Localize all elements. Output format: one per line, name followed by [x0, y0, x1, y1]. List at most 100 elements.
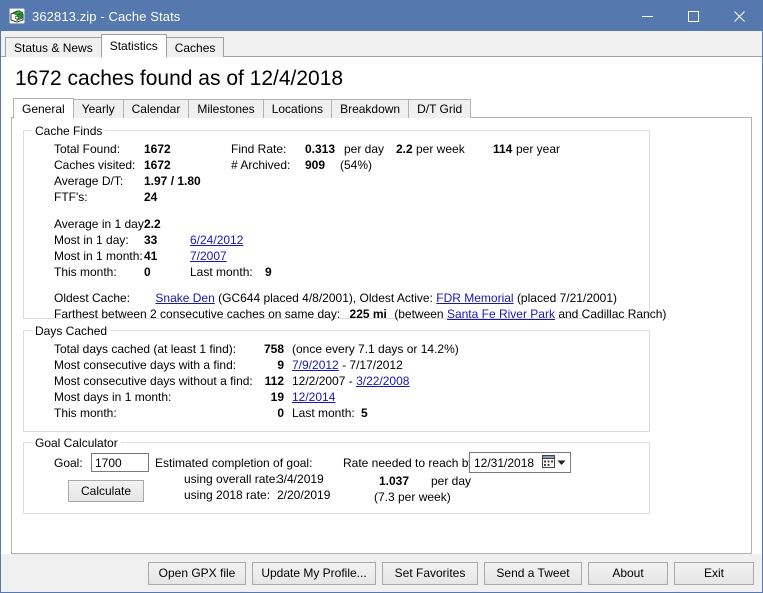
close-button[interactable] [716, 1, 762, 31]
caches-visited-label: Caches visited: [54, 158, 136, 172]
cache-finds-group: Cache Finds Total Found: 1672 Caches vis… [23, 124, 666, 321]
consecutive-without-find-label: Most consecutive days without a find: [54, 374, 253, 388]
sub-tab-strip: General Yearly Calendar Milestones Locat… [11, 97, 752, 119]
cache-stats-window: 362813.zip - Cache Stats Status & News S… [0, 0, 763, 593]
open-gpx-file-button[interactable]: Open GPX file [148, 561, 246, 585]
consecutive-without-find-link[interactable]: 3/22/2008 [356, 374, 409, 388]
most-in-1-month-link[interactable]: 7/2007 [190, 249, 227, 263]
average-in-1-day-label: Average in 1 day: [54, 217, 148, 231]
farthest-link[interactable]: Santa Fe River Park [447, 307, 555, 321]
find-rate-unit: per day [344, 142, 385, 156]
window-controls [624, 1, 762, 31]
total-found-label: Total Found: [54, 142, 121, 156]
using-overall-rate-value: 3/4/2019 [277, 472, 324, 486]
per-year-value: 114 [493, 142, 513, 156]
average-dt-label: Average D/T: [54, 174, 124, 188]
oldest-cache-link[interactable]: Snake Den [155, 291, 214, 305]
days-cached-legend: Days Cached [32, 324, 111, 338]
consecutive-with-find-link[interactable]: 7/9/2012 [292, 358, 339, 372]
exit-button[interactable]: Exit [674, 561, 754, 585]
consecutive-with-find-label: Most consecutive days with a find: [54, 358, 237, 372]
minimize-button[interactable] [624, 1, 670, 31]
days-cached-group: Days Cached Total days cached (at least … [23, 324, 650, 432]
tab-statistics[interactable]: Statistics [100, 34, 167, 58]
subtab-dt-grid[interactable]: D/T Grid [408, 99, 472, 118]
archive-box-icon [8, 7, 26, 25]
total-days-cached-label: Total days cached (at least 1 find): [54, 342, 237, 356]
consecutive-with-find-suffix: - 7/17/2012 [342, 358, 403, 372]
archived-value: 909 [305, 158, 326, 172]
days-last-month-label: Last month: [292, 406, 355, 420]
about-button[interactable]: About [588, 561, 668, 585]
subtab-yearly[interactable]: Yearly [72, 99, 124, 118]
chevron-down-icon[interactable] [557, 456, 566, 470]
find-rate-value: 0.313 [305, 142, 336, 156]
days-this-month-label: This month: [54, 406, 117, 420]
calculate-button[interactable]: Calculate [68, 480, 144, 502]
title-bar: 362813.zip - Cache Stats [1, 1, 762, 31]
statistics-page: 1672 caches found as of 12/4/2018 Genera… [1, 57, 762, 592]
subtab-general[interactable]: General [13, 98, 74, 119]
goal-calculator-group: Goal Calculator Goal: Calculate Estimate… [23, 436, 650, 514]
rate-needed-date-value: 12/31/2018 [474, 455, 535, 470]
using-overall-rate-label: using overall rate: [184, 472, 279, 486]
most-days-in-month-link[interactable]: 12/2014 [292, 390, 335, 404]
tab-caches[interactable]: Caches [165, 37, 225, 57]
cache-finds-legend: Cache Finds [32, 124, 106, 138]
rate-needed-label: Rate needed to reach by: [343, 456, 478, 470]
caches-visited-value: 1672 [144, 158, 171, 172]
consecutive-with-find-range: 7/9/2012 - 7/17/2012 [292, 358, 403, 372]
consecutive-without-find-prefix: 12/2/2007 - [292, 374, 353, 388]
finds-last-month-value: 9 [265, 265, 272, 279]
update-my-profile-button[interactable]: Update My Profile... [252, 561, 376, 585]
days-last-month-value: 5 [361, 406, 368, 420]
per-week-unit: per week [416, 142, 465, 156]
most-in-1-month-label: Most in 1 month: [54, 249, 143, 263]
rate-needed-value: 1.037 [379, 474, 410, 488]
estimated-completion-label: Estimated completion of goal: [155, 456, 313, 470]
most-in-1-month-value: 41 [144, 249, 158, 263]
subtab-locations[interactable]: Locations [262, 99, 333, 118]
rate-needed-per-week: (7.3 per week) [374, 490, 451, 504]
consecutive-without-find-range: 12/2/2007 - 3/22/2008 [292, 374, 409, 388]
send-a-tweet-button[interactable]: Send a Tweet [484, 561, 582, 585]
archived-percent: (54%) [340, 158, 373, 172]
farthest-line: Farthest between 2 consecutive caches on… [54, 307, 666, 321]
statistics-sub-tab-control: General Yearly Calendar Milestones Locat… [11, 97, 752, 554]
subtab-milestones[interactable]: Milestones [188, 99, 264, 118]
oldest-cache-detail: (GC644 placed 4/8/2001), Oldest Active: [218, 291, 433, 305]
goal-label: Goal: [54, 456, 83, 470]
total-days-cached-value: 758 [263, 342, 284, 356]
calendar-icon[interactable] [542, 454, 555, 471]
archived-label: # Archived: [231, 158, 291, 172]
average-in-1-day-value: 2.2 [144, 217, 161, 231]
finds-this-month-label: This month: [54, 265, 117, 279]
find-rate-label: Find Rate: [231, 142, 287, 156]
goal-calculator-legend: Goal Calculator [32, 436, 121, 450]
finds-this-month-value: 0 [144, 265, 151, 279]
oldest-active-detail: (placed 7/21/2001) [516, 291, 618, 305]
per-year-unit: per year [516, 142, 561, 156]
rate-needed-date-picker[interactable]: 12/31/2018 [469, 452, 571, 473]
finds-last-month-label: Last month: [190, 265, 253, 279]
most-days-in-month-value: 19 [270, 390, 284, 404]
total-days-cached-note: (once every 7.1 days or 14.2%) [292, 342, 459, 356]
total-found-value: 1672 [144, 142, 171, 156]
using-year-rate-value: 2/20/2019 [277, 488, 331, 502]
most-days-in-month-label: Most days in 1 month: [54, 390, 172, 404]
window-title: 362813.zip - Cache Stats [32, 8, 181, 24]
subtab-breakdown[interactable]: Breakdown [331, 99, 410, 118]
farthest-suffix: and Cadillac Ranch) [558, 307, 667, 321]
ftf-value: 24 [144, 190, 158, 204]
subtab-calendar[interactable]: Calendar [122, 99, 190, 118]
rate-needed-unit: per day [431, 474, 472, 488]
oldest-cache-line: Oldest Cache: Snake Den (GC644 placed 4/… [54, 291, 617, 305]
maximize-button[interactable] [670, 1, 716, 31]
goal-input[interactable] [91, 453, 149, 472]
most-in-1-day-link[interactable]: 6/24/2012 [190, 233, 243, 247]
tab-status-and-news[interactable]: Status & News [5, 37, 102, 57]
consecutive-without-find-value: 112 [264, 374, 284, 388]
most-in-1-day-label: Most in 1 day: [54, 233, 129, 247]
oldest-active-link[interactable]: FDR Memorial [436, 291, 513, 305]
set-favorites-button[interactable]: Set Favorites [382, 561, 478, 585]
